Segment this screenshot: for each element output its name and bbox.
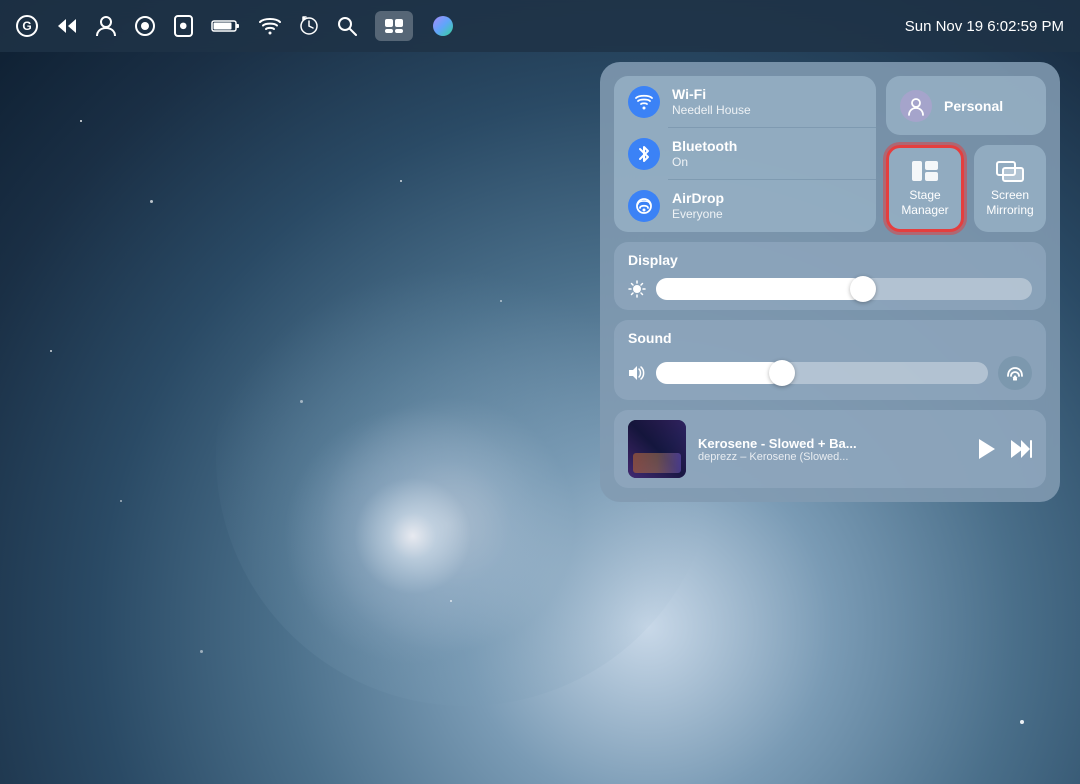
star xyxy=(50,350,52,352)
menubar-time: Sun Nov 19 6:02:59 PM xyxy=(905,18,1064,35)
screen-mirroring-label: Screen Mirroring xyxy=(982,188,1038,217)
control-center-top-section: Wi-Fi Needell House Bluetooth On xyxy=(614,76,1046,232)
star xyxy=(150,200,153,203)
bluetooth-subtitle: On xyxy=(672,155,737,169)
menubar-left-icons: G ⏺ xyxy=(16,11,455,41)
personal-hotspot-label: Personal xyxy=(944,98,1003,114)
bluetooth-text: Bluetooth On xyxy=(672,138,737,169)
airdrop-text: AirDrop Everyone xyxy=(672,190,724,221)
now-playing-section: Kerosene - Slowed + Ba... deprezz – Kero… xyxy=(614,410,1046,488)
star xyxy=(80,120,82,122)
screenium-icon[interactable] xyxy=(134,15,156,37)
grammarly-icon[interactable]: G xyxy=(16,15,38,37)
connectivity-block: Wi-Fi Needell House Bluetooth On xyxy=(614,76,876,232)
brightness-icon xyxy=(628,280,646,298)
airdrop-subtitle: Everyone xyxy=(672,207,724,221)
personal-hotspot-icon xyxy=(900,90,932,122)
volume-icon xyxy=(628,365,646,381)
airplay-button[interactable] xyxy=(998,356,1032,390)
airdrop-title: AirDrop xyxy=(672,190,724,207)
svg-text:G: G xyxy=(22,19,31,33)
menubar-right: Sun Nov 19 6:02:59 PM xyxy=(905,18,1064,35)
quick-note-icon[interactable] xyxy=(56,17,78,35)
keyboard-layout-badge: ⏺ xyxy=(174,15,193,37)
display-title: Display xyxy=(628,252,1032,268)
wifi-subtitle: Needell House xyxy=(672,103,751,117)
stage-manager-label: Stage Manager xyxy=(897,188,953,217)
wifi-title: Wi-Fi xyxy=(672,86,751,103)
airdrop-icon xyxy=(628,190,660,222)
track-info: Kerosene - Slowed + Ba... deprezz – Kero… xyxy=(698,436,964,463)
album-art-overlay xyxy=(633,453,681,473)
wifi-text: Wi-Fi Needell House xyxy=(672,86,751,117)
screen-mirroring-icon xyxy=(996,160,1024,182)
star xyxy=(1020,720,1024,724)
sound-title: Sound xyxy=(628,330,1032,346)
wifi-item[interactable]: Wi-Fi Needell House xyxy=(614,76,876,128)
stage-manager-icon xyxy=(911,160,939,182)
bottom-right-buttons: Stage Manager Screen Mirroring xyxy=(886,145,1046,232)
volume-slider[interactable] xyxy=(656,362,988,384)
bluetooth-item[interactable]: Bluetooth On xyxy=(614,128,876,180)
star xyxy=(200,650,203,653)
star xyxy=(300,400,303,403)
control-center-menubar-icon[interactable] xyxy=(375,11,413,41)
keyboard-layout-icon[interactable]: ⏺ xyxy=(174,15,193,37)
track-artist: deprezz – Kerosene (Slowed... xyxy=(698,451,964,463)
stage-manager-button[interactable]: Stage Manager xyxy=(886,145,964,232)
volume-slider-fill xyxy=(656,362,782,384)
menubar: G ⏺ xyxy=(0,0,1080,52)
bluetooth-title: Bluetooth xyxy=(672,138,737,155)
brightness-slider[interactable] xyxy=(656,278,1032,300)
skip-forward-button[interactable] xyxy=(1010,439,1032,459)
battery-icon[interactable] xyxy=(211,18,241,34)
screen-mirroring-button[interactable]: Screen Mirroring xyxy=(974,145,1046,232)
personal-hotspot-button[interactable]: Personal xyxy=(886,76,1046,135)
play-button[interactable] xyxy=(976,438,996,460)
user-icon[interactable] xyxy=(96,15,116,37)
brightness-slider-row xyxy=(628,278,1032,300)
bluetooth-icon xyxy=(628,138,660,170)
star xyxy=(120,500,122,502)
wifi-menubar-icon[interactable] xyxy=(259,17,281,35)
star xyxy=(450,600,452,602)
airdrop-item[interactable]: AirDrop Everyone xyxy=(614,180,876,232)
star xyxy=(400,180,402,182)
wifi-icon xyxy=(628,86,660,118)
time-machine-icon[interactable] xyxy=(299,16,319,36)
volume-slider-thumb[interactable] xyxy=(769,360,795,386)
album-art xyxy=(628,420,686,478)
search-menubar-icon[interactable] xyxy=(337,16,357,36)
sound-section: Sound xyxy=(614,320,1046,400)
display-section: Display xyxy=(614,242,1046,310)
star xyxy=(500,300,502,302)
brightness-slider-fill xyxy=(656,278,863,300)
control-center-panel: Wi-Fi Needell House Bluetooth On xyxy=(600,62,1060,502)
brightness-slider-thumb[interactable] xyxy=(850,276,876,302)
right-buttons: Personal Stage Manager xyxy=(886,76,1046,232)
track-title: Kerosene - Slowed + Ba... xyxy=(698,436,964,451)
volume-slider-row xyxy=(628,356,1032,390)
siri-icon[interactable] xyxy=(431,14,455,38)
playback-controls xyxy=(976,438,1032,460)
